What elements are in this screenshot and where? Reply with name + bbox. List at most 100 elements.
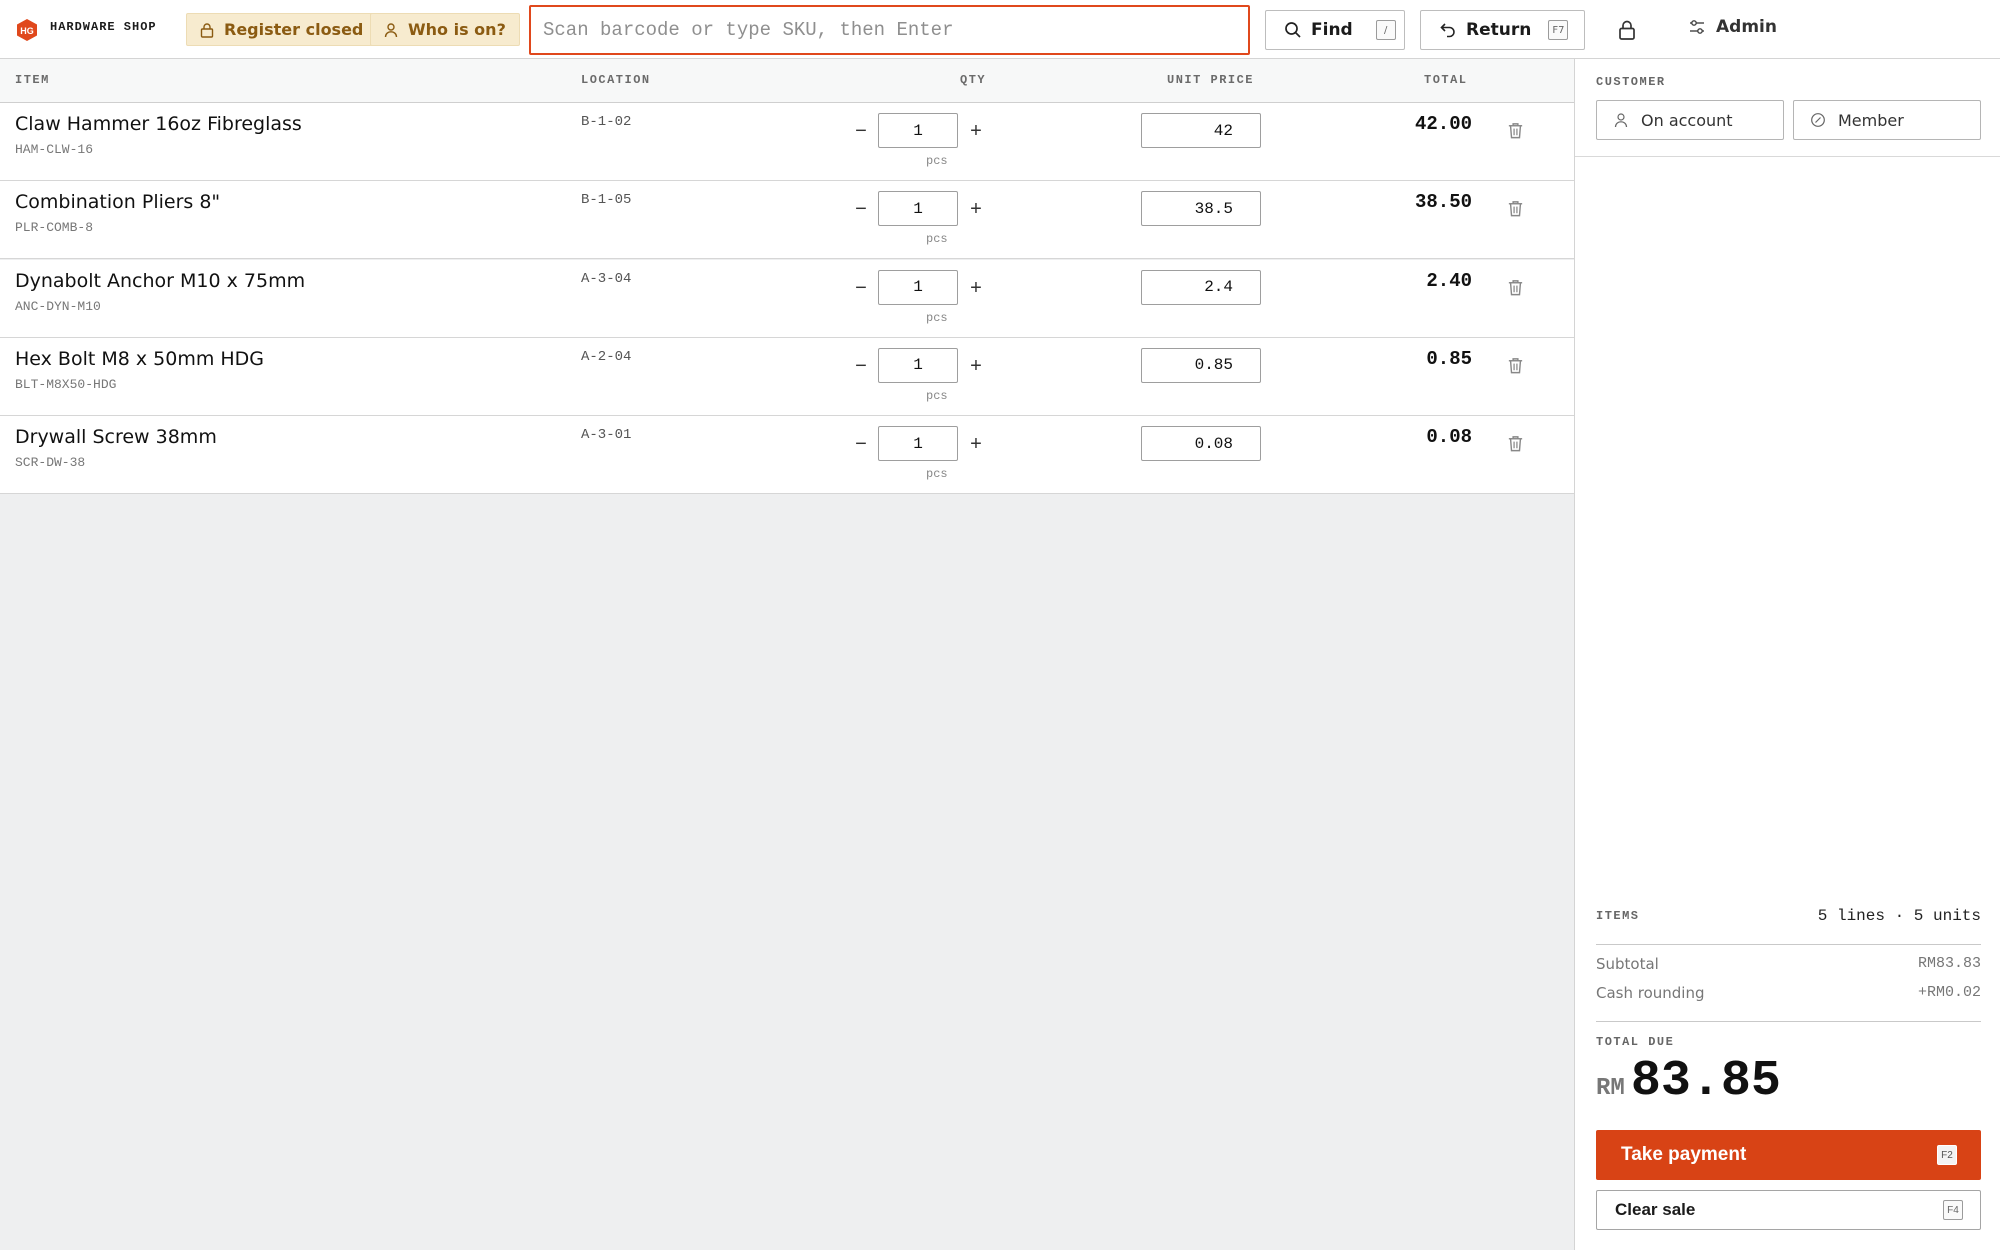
find-shortcut: / [1375,20,1396,40]
decrease-qty-button[interactable]: − [851,355,871,378]
table-row[interactable]: Combination Pliers 8" PLR-COMB-8 B-1-05 − + p… [0,181,1574,260]
increase-qty-button[interactable]: + [966,277,986,300]
increase-qty-button[interactable]: + [966,120,986,143]
admin-button[interactable]: Admin [1688,17,1777,37]
decrease-qty-button[interactable]: − [851,198,871,221]
on-account-label: On account [1641,110,1733,130]
trash-icon[interactable] [1506,356,1525,375]
table-row[interactable]: Claw Hammer 16oz Fibreglass HAM-CLW-16 B-1… [0,103,1574,181]
line-total: 0.08 [1426,426,1472,449]
item-name: Claw Hammer 16oz Fibreglass [15,113,302,135]
return-button[interactable]: Return F7 [1420,10,1585,50]
qty-input[interactable] [878,269,958,305]
trash-icon[interactable] [1506,434,1525,453]
item-location: A-3-01 [581,427,632,444]
item-name: Combination Pliers 8" [15,191,221,214]
on-account-button[interactable]: On account [1596,100,1784,140]
decrease-qty-button[interactable]: − [851,277,871,300]
top-bar: HG HARDWARE SHOP Register closed Who is … [0,0,2000,59]
increase-qty-button[interactable]: + [966,355,986,378]
column-location: LOCATION [581,73,651,87]
qty-unit: pcs [926,388,948,403]
member-button[interactable]: Member [1793,100,1981,140]
brand-name: HARDWARE SHOP [50,20,157,34]
item-sku: SCR-DW-38 [15,455,86,471]
table-row[interactable]: Drywall Screw 38mm SCR-DW-38 A-3-01 − + pcs 0.… [0,416,1574,495]
user-icon [384,22,398,37]
column-qty: QTY [960,73,987,87]
items-summary: ITEMS 5 lines · 5 units [1596,907,1981,925]
line-total: 42.00 [1414,113,1472,135]
take-payment-button[interactable]: Take payment F2 [1596,1130,1981,1180]
find-button[interactable]: Find / [1265,10,1405,50]
line-total: 0.85 [1426,347,1472,370]
item-sku: PLR-COMB-8 [15,220,94,236]
cash-rounding-label: Cash rounding [1596,984,1705,1002]
divider [1596,1021,1981,1022]
subtotal-label: Subtotal [1596,955,1659,973]
unit-price-input[interactable] [1141,191,1261,227]
qty-unit: pcs [926,310,948,325]
unit-price-input[interactable] [1141,113,1261,148]
divider [1575,156,2000,157]
qty-input[interactable] [878,113,958,148]
unit-price-input[interactable] [1141,347,1261,383]
subtotal-line: Subtotal RM83.83 [1596,955,1981,973]
item-name: Dynabolt Anchor M10 x 75mm [15,269,306,292]
item-name: Drywall Screw 38mm [15,426,217,449]
item-location: A-2-04 [581,348,632,365]
lock-icon [200,22,214,38]
who-is-on-label: Who is on? [408,20,506,39]
line-total: 2.40 [1426,269,1472,292]
hardware-shop-logo-icon: HG [17,19,37,41]
qty-input[interactable] [878,426,958,462]
undo-icon [1440,23,1455,38]
qty-input[interactable] [878,191,958,227]
table-row[interactable]: Hex Bolt M8 x 50mm HDG BLT-M8X50-HDG A-2-0… [0,337,1574,416]
trash-icon[interactable] [1506,121,1525,140]
total-due: RM 83.85 [1596,1052,1781,1112]
unit-price-input[interactable] [1141,269,1261,305]
items-label: ITEMS [1596,909,1640,923]
trash-icon[interactable] [1506,278,1525,297]
clear-sale-shortcut: F4 [1943,1200,1963,1220]
return-label: Return [1466,20,1532,40]
line-total: 38.50 [1414,191,1472,214]
take-payment-shortcut: F2 [1937,1145,1957,1165]
lock-icon[interactable] [1615,18,1639,42]
table-row[interactable]: Dynabolt Anchor M10 x 75mm ANC-DYN-M10 A-3… [0,259,1574,338]
total-due-amount: 83.85 [1630,1053,1781,1110]
decrease-qty-button[interactable]: − [851,433,871,456]
table-header: ITEM LOCATION QTY UNIT PRICE TOTAL [0,59,1574,103]
take-payment-label: Take payment [1621,1144,1747,1165]
customer-label: CUSTOMER [1596,75,1666,89]
items-count: 5 lines · 5 units [1817,907,1981,925]
increase-qty-button[interactable]: + [966,198,986,221]
return-shortcut: F7 [1548,20,1569,40]
clear-sale-button[interactable]: Clear sale F4 [1596,1190,1981,1230]
find-label: Find [1311,20,1353,40]
total-due-label: TOTAL DUE [1596,1035,1675,1049]
item-location: B-1-02 [581,114,632,130]
trash-icon[interactable] [1506,199,1525,218]
member-label: Member [1838,110,1904,130]
who-is-on-button[interactable]: Who is on? [370,13,520,46]
qty-unit: pcs [926,467,948,482]
register-status-badge[interactable]: Register closed [186,13,378,46]
cart-panel: ITEM LOCATION QTY UNIT PRICE TOTAL Claw … [0,59,1574,1250]
svg-text:HG: HG [20,26,34,36]
decrease-qty-button[interactable]: − [851,120,871,143]
subtotal-value: RM83.83 [1917,955,1981,972]
column-total: TOTAL [1424,73,1468,87]
user-icon [1614,113,1628,128]
member-badge-icon [1811,113,1825,127]
sale-summary-panel: CUSTOMER On account Member ITEMS 5 lines… [1574,59,2000,1250]
unit-price-input[interactable] [1141,426,1261,462]
scan-input[interactable] [529,5,1250,55]
qty-input[interactable] [878,347,958,383]
column-item: ITEM [15,73,50,87]
settings-sliders-icon [1690,20,1704,34]
admin-label: Admin [1716,17,1777,37]
increase-qty-button[interactable]: + [966,433,986,456]
divider [1596,944,1981,945]
